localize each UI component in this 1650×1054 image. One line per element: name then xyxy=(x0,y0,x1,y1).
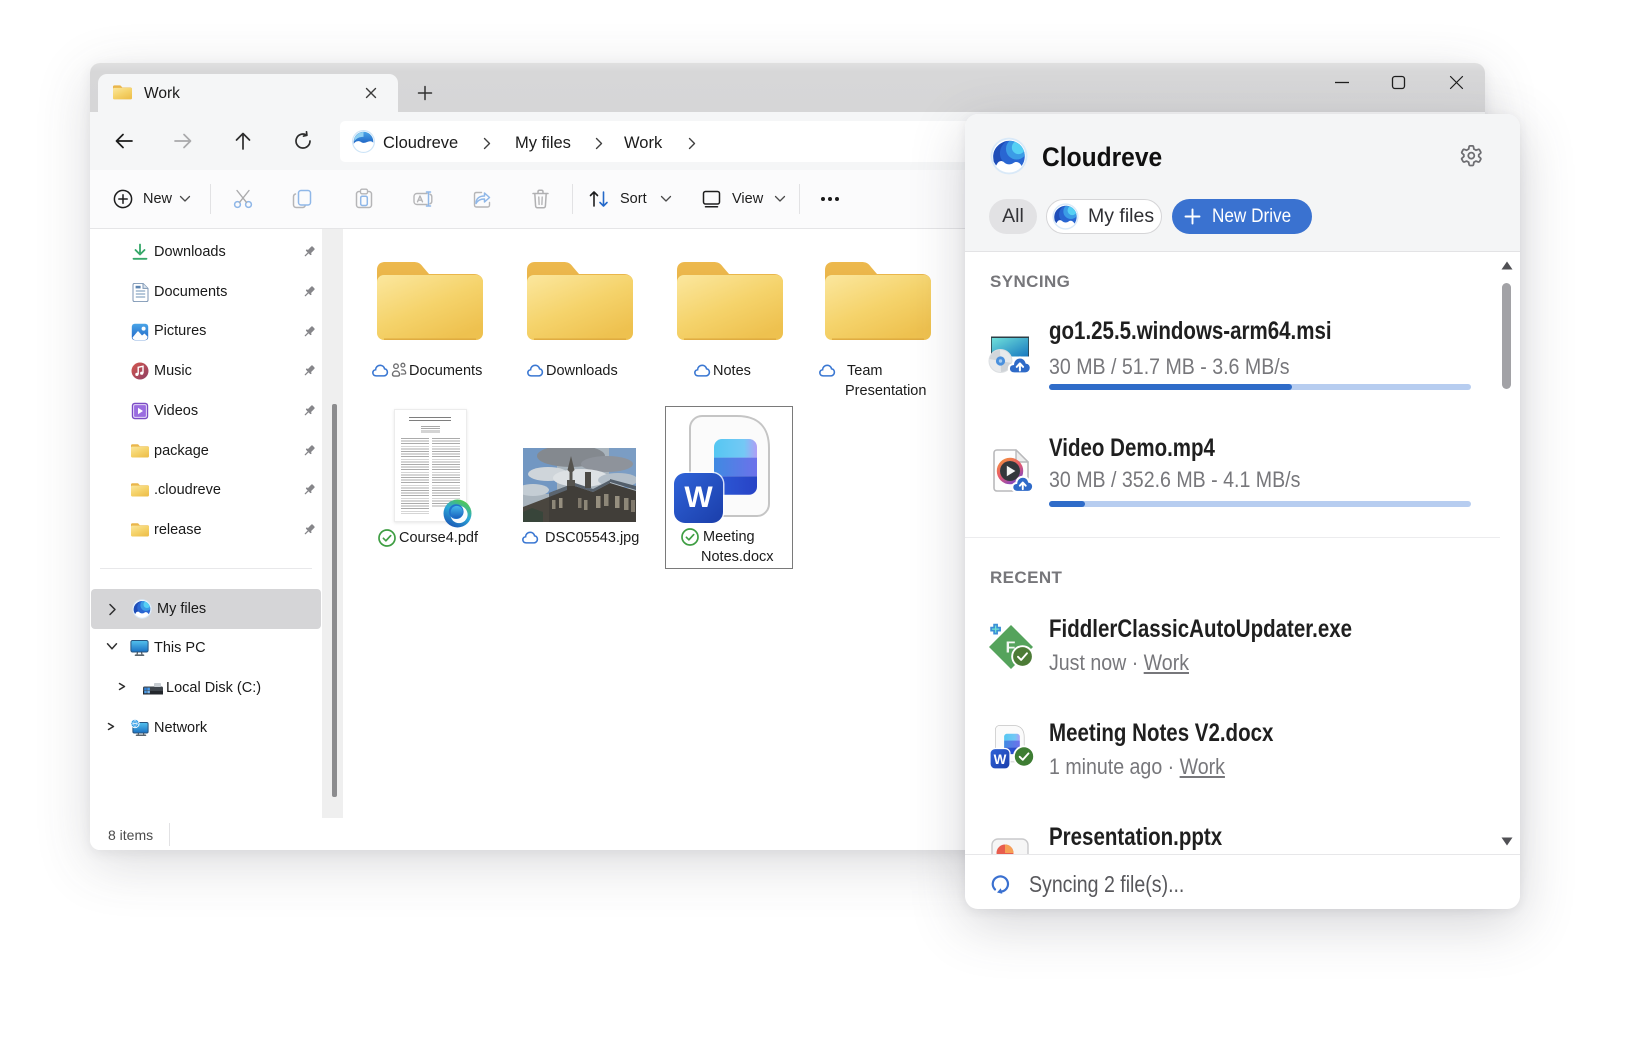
svg-text:W: W xyxy=(994,752,1007,767)
